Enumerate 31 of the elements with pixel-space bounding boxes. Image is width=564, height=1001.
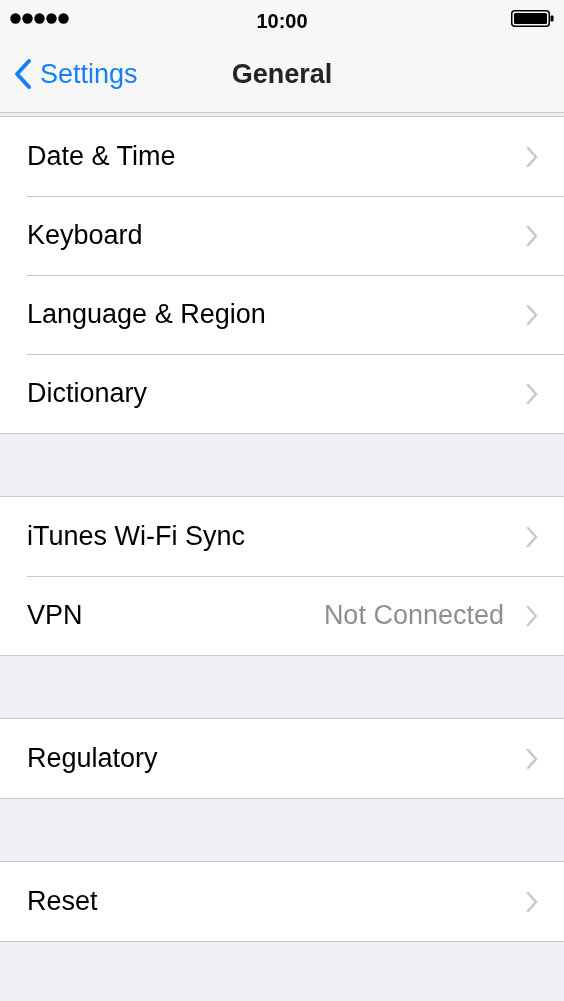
status-time: 10:00 [256,9,308,34]
chevron-icon [526,604,538,627]
chevron-icon [526,145,538,168]
settings-row[interactable]: Language & Region [0,275,564,354]
settings-row[interactable]: Regulatory [0,719,564,798]
row-label: Regulatory [27,742,159,776]
row-label: Keyboard [27,219,144,253]
chevron-icon [526,224,538,247]
row-value: Not Connected [323,599,504,633]
row-label: Date & Time [27,140,177,174]
battery-icon [511,9,554,27]
chevron-icon [526,382,538,405]
row-label: VPN [27,599,84,633]
settings-row[interactable]: iTunes Wi-Fi Sync [0,497,564,576]
row-label: Language & Region [27,298,267,332]
page-title: General [231,58,333,91]
row-label: Reset [27,885,99,919]
settings-row[interactable]: Reset [0,862,564,941]
back-button[interactable]: Settings [0,36,138,112]
signal-icon [10,12,70,24]
back-chevron-icon [14,58,32,90]
settings-row[interactable]: Dictionary [0,354,564,433]
settings-row[interactable]: VPN Not Connected [0,576,564,655]
chevron-icon [526,747,538,770]
chevron-icon [526,525,538,548]
row-label: iTunes Wi-Fi Sync [27,520,247,554]
chevron-icon [526,303,538,326]
settings-row[interactable]: Date & Time [0,117,564,196]
chevron-icon [526,890,538,913]
row-label: Dictionary [27,377,149,411]
settings-row[interactable]: Keyboard [0,196,564,275]
